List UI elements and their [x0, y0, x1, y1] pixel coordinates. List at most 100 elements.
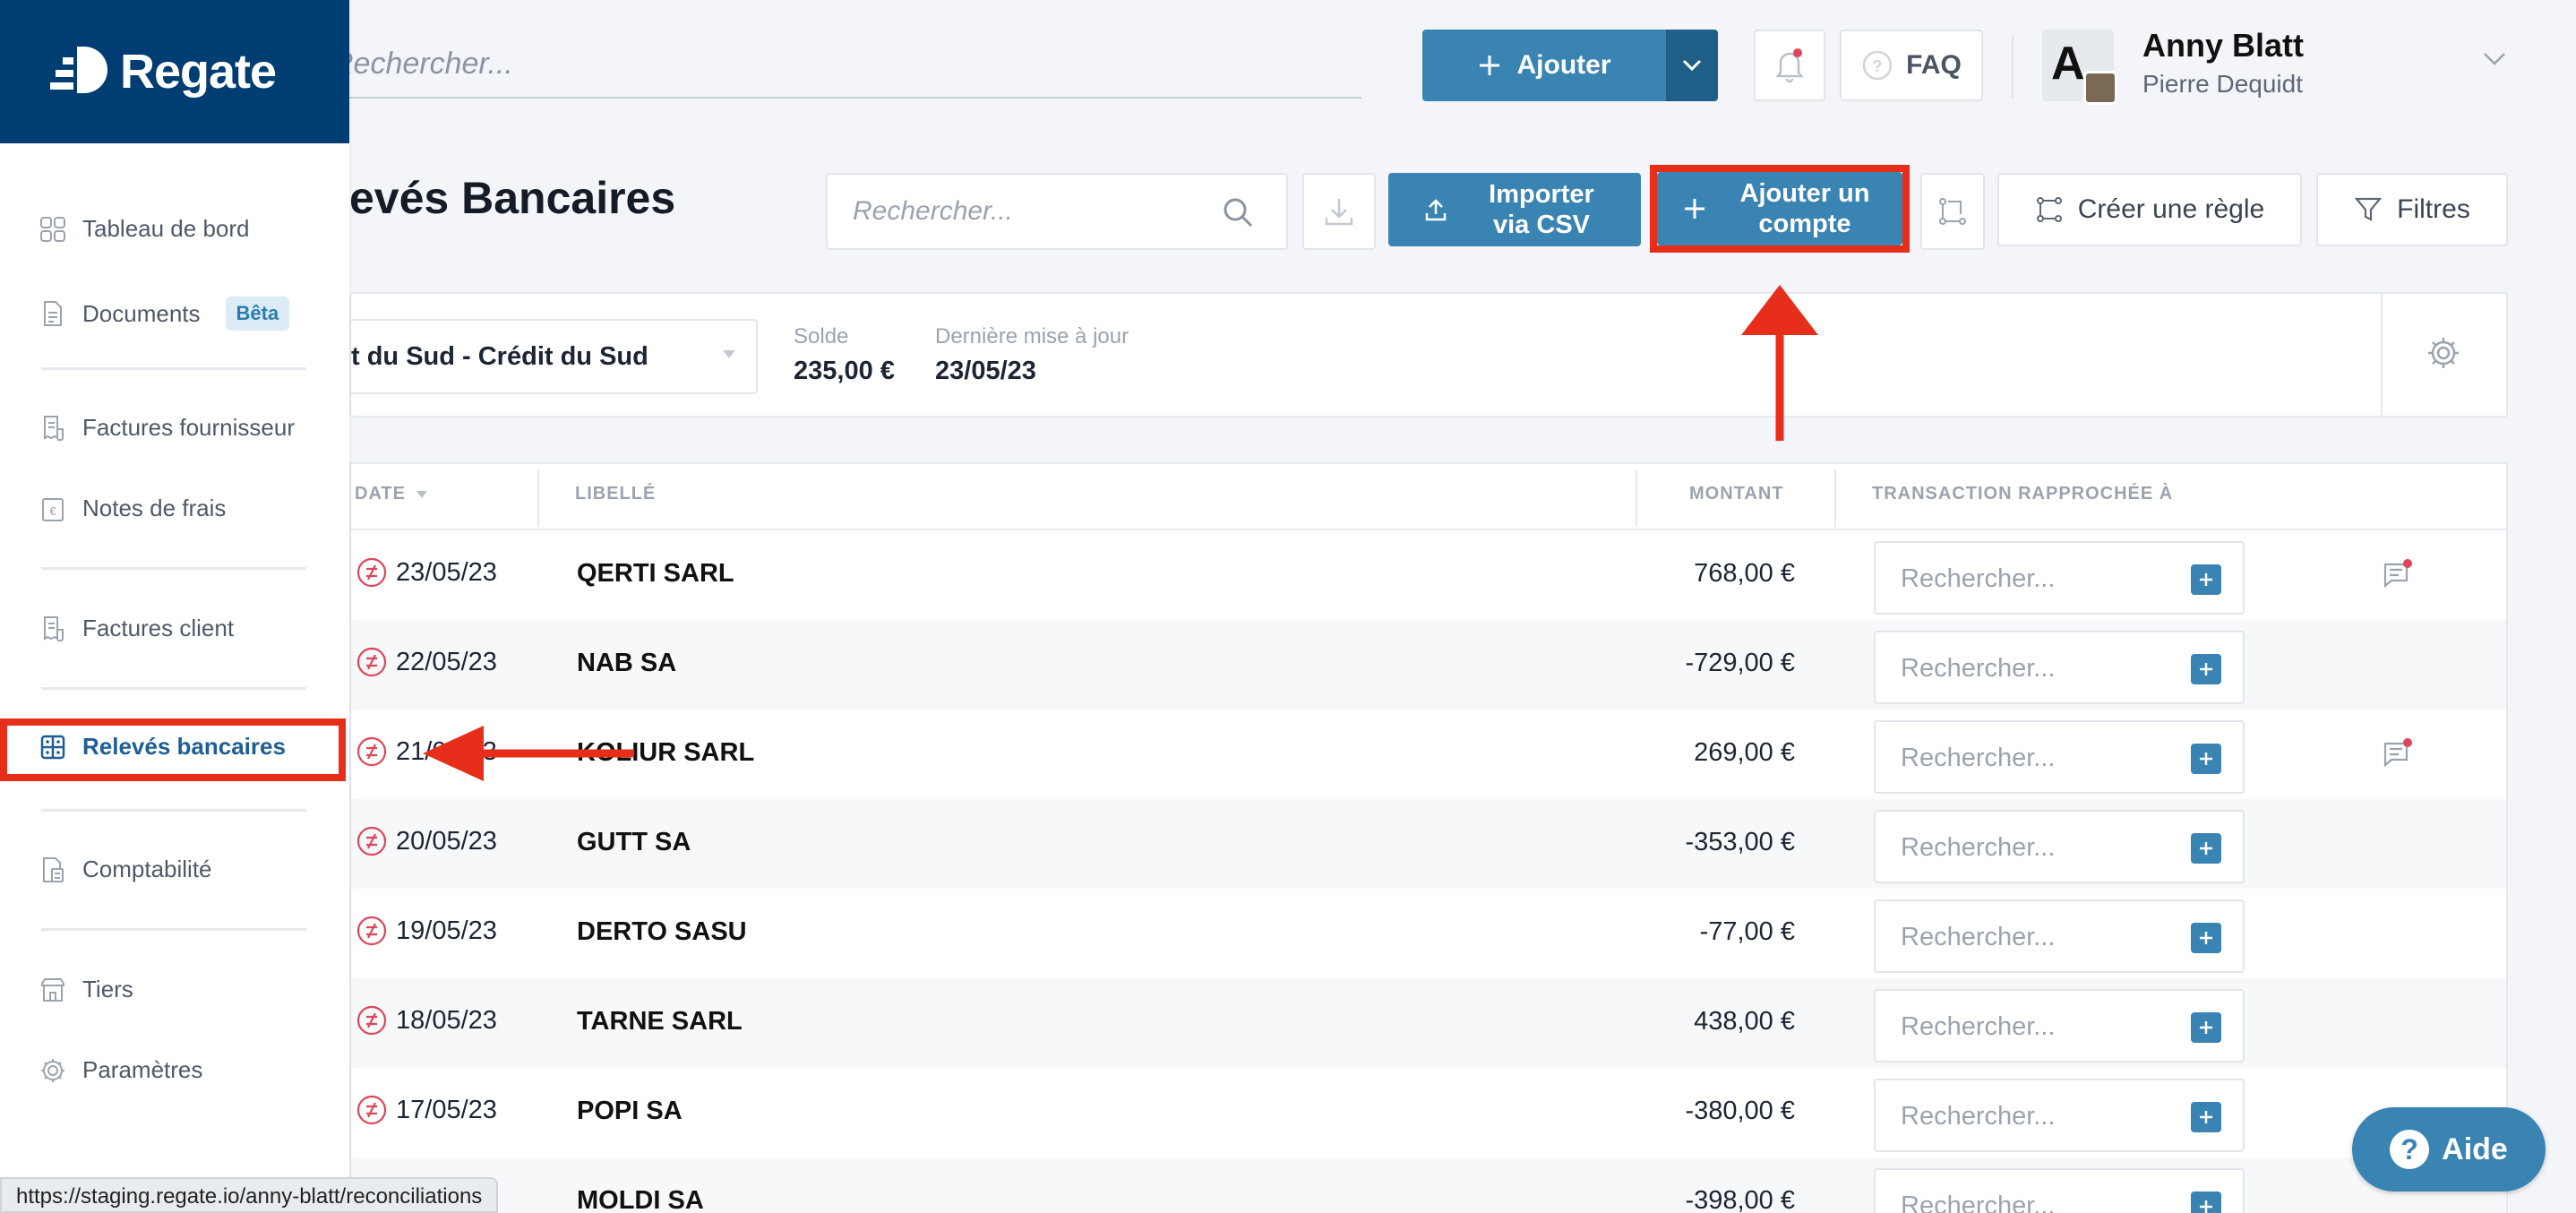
row-libelle: POPI SA — [577, 1097, 683, 1125]
plus-icon — [1479, 56, 1499, 75]
table-row[interactable]: 18/05/23 TARNE SARL 438,00 € Rechercher... — [351, 978, 2506, 1068]
add-match-button[interactable] — [2191, 564, 2221, 595]
sidebar-item-label: Notes de frais — [82, 495, 227, 521]
add-match-button[interactable] — [2191, 833, 2221, 864]
avatar-letter: A — [2051, 38, 2085, 90]
logo[interactable]: Regate — [0, 0, 349, 143]
sidebar-item-label: Comptabilité — [82, 856, 212, 882]
bell-icon — [1775, 48, 1804, 83]
logo-text: Regate — [120, 45, 277, 99]
statement-search-input[interactable]: Rechercher... — [826, 173, 1288, 250]
sidebar-item-supplier-invoices[interactable]: Factures fournisseur — [39, 414, 295, 442]
sidebar-item-label: Documents — [82, 299, 201, 327]
comment-icon[interactable] — [2383, 738, 2413, 769]
accounting-icon — [43, 856, 64, 882]
sidebar-item-settings[interactable]: Paramètres — [39, 1056, 202, 1084]
row-date: 23/05/23 — [356, 557, 497, 588]
column-header-date[interactable]: DATE — [355, 484, 428, 504]
last-update-label: Dernière mise à jour — [935, 324, 1129, 348]
dashboard-icon — [40, 216, 65, 242]
table-row[interactable]: 22/05/23 NAB SA -729,00 € Rechercher... — [351, 620, 2506, 710]
chevron-down-icon[interactable] — [2483, 52, 2506, 66]
sidebar-item-client-invoices[interactable]: Factures client — [39, 615, 234, 642]
table-row[interactable]: 21/05/23KOLIUR SARL269,00 €Rechercher... — [351, 710, 2506, 799]
global-search-placeholder: Rechercher... — [331, 47, 513, 81]
notifications-button[interactable] — [1754, 30, 1825, 101]
match-search-input[interactable]: Rechercher... — [1874, 1079, 2245, 1152]
plus-icon — [1685, 199, 1704, 219]
match-search-placeholder: Rechercher... — [1901, 833, 2056, 862]
avatar[interactable]: A — [2042, 30, 2117, 105]
global-search-input[interactable]: Rechercher... — [331, 36, 1361, 99]
user-organization[interactable]: Pierre Dequidt — [2142, 70, 2303, 99]
gear-icon[interactable] — [2426, 335, 2461, 371]
sidebar-item-documents[interactable]: Documents Bêta — [39, 297, 290, 331]
gear-icon — [41, 1058, 64, 1082]
filters-button[interactable]: Filtres — [2316, 173, 2508, 246]
match-search-input[interactable]: Rechercher... — [1874, 989, 2245, 1062]
last-update-value: 23/05/23 — [935, 357, 1036, 385]
import-csv-button[interactable]: Importer via CSV — [1388, 173, 1641, 246]
help-button[interactable]: ? Aide — [2352, 1107, 2546, 1191]
regate-logo-icon — [50, 47, 107, 93]
sidebar-divider — [41, 928, 306, 931]
row-amount: 438,00 € — [1694, 1007, 1795, 1036]
account-bar-divider — [2381, 294, 2383, 416]
unmatched-icon — [356, 1095, 387, 1125]
plus-icon — [2200, 842, 2212, 855]
svg-text:?: ? — [1873, 57, 1883, 75]
row-date-text: 18/05/23 — [396, 1005, 497, 1035]
add-match-button[interactable] — [2191, 654, 2221, 684]
document-icon — [44, 301, 62, 326]
sidebar-item-bank-statements-content[interactable]: Relevés bancaires — [39, 733, 286, 761]
download-button[interactable] — [1302, 173, 1376, 250]
add-match-button[interactable] — [2191, 1012, 2221, 1043]
balance-value: 235,00 € — [794, 357, 895, 385]
table-row[interactable]: 20/05/23 GUTT SA -353,00 € Rechercher... — [351, 799, 2506, 889]
column-header-libelle[interactable]: LIBELLÉ — [575, 484, 656, 504]
table-row[interactable]: 17/05/23 POPI SA -380,00 € Rechercher... — [351, 1068, 2506, 1157]
create-rule-button[interactable]: Créer une règle — [1997, 173, 2302, 246]
match-search-input[interactable]: Rechercher... — [1874, 541, 2245, 615]
add-account-button[interactable]: Ajouter un compte — [1657, 172, 1902, 245]
rules-icon — [1939, 198, 1966, 225]
match-search-placeholder: Rechercher... — [1901, 1012, 2056, 1041]
row-date-text: 22/05/23 — [396, 647, 497, 676]
column-header-rapprochee[interactable]: TRANSACTION RAPPROCHÉE À — [1872, 484, 2173, 504]
sidebar-item-dashboard[interactable]: Tableau de bord — [39, 215, 249, 243]
sidebar-item-label: Relevés bancaires — [82, 733, 286, 760]
user-name[interactable]: Anny Blatt — [2142, 27, 2304, 65]
match-search-input[interactable]: Rechercher... — [1874, 1168, 2245, 1213]
table-row[interactable]: 19/05/23 DERTO SASU -77,00 € Rechercher... — [351, 889, 2506, 978]
building-icon — [41, 977, 64, 1002]
sidebar-item-label: Tiers — [82, 976, 133, 1002]
match-search-input[interactable]: Rechercher... — [1874, 899, 2245, 973]
topbar-divider — [2012, 36, 2014, 99]
rules-button[interactable] — [1920, 173, 1985, 250]
sort-desc-icon — [416, 491, 427, 498]
add-button[interactable]: Ajouter — [1422, 30, 1666, 101]
sidebar-item-expense-notes[interactable]: € Notes de frais — [39, 495, 226, 522]
account-select-value: t du Sud - Crédit du Sud — [351, 342, 648, 371]
match-search-input[interactable]: Rechercher... — [1874, 810, 2245, 883]
sidebar-item-third-parties[interactable]: Tiers — [39, 976, 133, 1003]
add-dropdown-button[interactable] — [1666, 30, 1718, 101]
sidebar-item-accounting[interactable]: Comptabilité — [39, 856, 212, 883]
column-header-montant[interactable]: MONTANT — [1689, 484, 1784, 504]
add-match-button[interactable] — [2191, 744, 2221, 774]
match-search-input[interactable]: Rechercher... — [1874, 631, 2245, 704]
table-row[interactable]: 23/05/23 QERTI SARL 768,00 € Rechercher... — [351, 530, 2506, 620]
table-row[interactable]: MOLDI SA -398,00 € Rechercher... — [351, 1157, 2506, 1213]
add-match-button[interactable] — [2191, 923, 2221, 953]
add-match-button[interactable] — [2191, 1102, 2221, 1132]
column-header-date-label: DATE — [355, 484, 406, 503]
plus-icon — [2200, 573, 2212, 586]
add-match-button[interactable] — [2191, 1191, 2221, 1213]
comment-icon[interactable] — [2383, 559, 2413, 589]
match-search-input[interactable]: Rechercher... — [1874, 720, 2245, 794]
user-photo-icon — [2083, 71, 2117, 105]
faq-label: FAQ — [1906, 50, 1962, 80]
account-select[interactable]: t du Sud - Crédit du Sud — [349, 319, 758, 394]
faq-button[interactable]: ? FAQ — [1840, 30, 1983, 101]
unmatched-icon — [356, 736, 387, 767]
